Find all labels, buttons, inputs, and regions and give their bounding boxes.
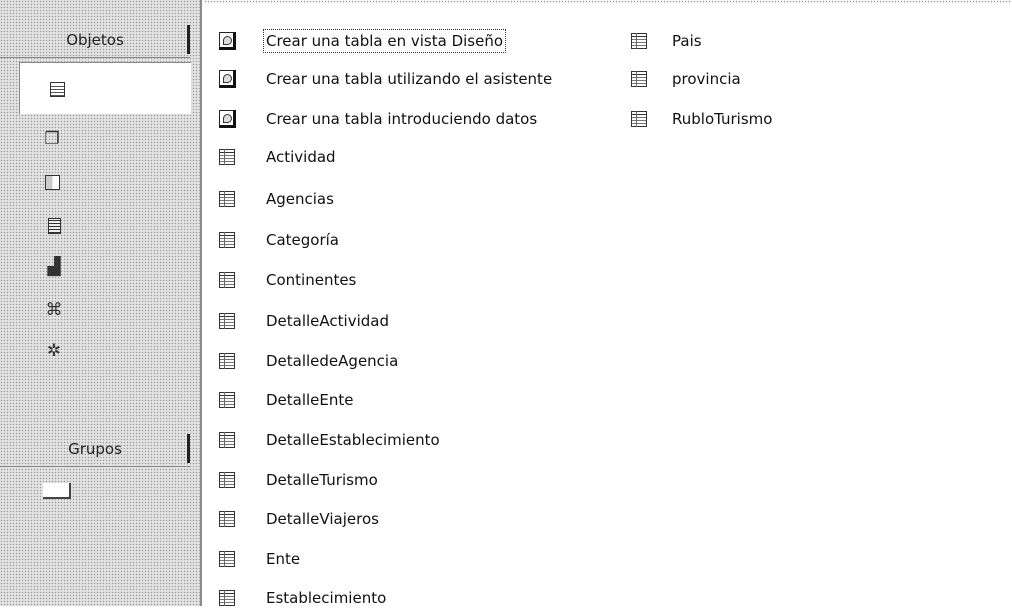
- table-icon: [216, 350, 238, 372]
- list-item[interactable]: DetalleEnte: [216, 386, 354, 414]
- list-item-label: RubloTurismo: [672, 110, 773, 128]
- list-item[interactable]: DetalleTurismo: [216, 466, 378, 494]
- list-item-label: provincia: [672, 70, 741, 88]
- list-item[interactable]: Continentes: [216, 266, 356, 294]
- groups-group-label: Grupos: [68, 439, 122, 458]
- list-item-label: DetalleViajeros: [266, 510, 379, 528]
- table-icon: [628, 108, 650, 130]
- list-item-label: Actividad: [266, 148, 336, 166]
- wizard-icon: [216, 108, 238, 130]
- groups-group-header[interactable]: Grupos: [0, 431, 190, 467]
- table-icon: [628, 68, 650, 90]
- objects-group-header[interactable]: Objetos: [0, 22, 190, 58]
- list-item-label: Establecimiento: [266, 589, 387, 607]
- list-item[interactable]: Categoría: [216, 226, 339, 254]
- form-icon[interactable]: [42, 172, 62, 192]
- table-icon: [216, 548, 238, 570]
- list-item-label: Crear una tabla utilizando el asistente: [266, 70, 553, 88]
- table-icon: [216, 469, 238, 491]
- object-list: Crear una tabla en vista Diseño Crear un…: [204, 0, 1012, 607]
- objects-group-label: Objetos: [66, 30, 124, 49]
- table-icon: [216, 229, 238, 251]
- list-item-label: Pais: [672, 32, 702, 50]
- report-icon[interactable]: [44, 216, 64, 236]
- list-item[interactable]: DetalleEstablecimiento: [216, 426, 440, 454]
- list-item-label: Crear una tabla introduciendo datos: [266, 110, 538, 128]
- list-item[interactable]: Pais: [628, 27, 702, 55]
- list-item-label: Agencias: [266, 190, 334, 208]
- list-item-label: DetalleActividad: [266, 312, 389, 330]
- table-icon: [216, 508, 238, 530]
- selected-object-tables[interactable]: [19, 62, 191, 114]
- list-item[interactable]: provincia: [628, 65, 741, 93]
- wizard-icon: [216, 68, 238, 90]
- table-icon: [216, 389, 238, 411]
- list-item[interactable]: DetalleActividad: [216, 307, 389, 335]
- page-icon[interactable]: ▟: [44, 257, 64, 277]
- objects-bar: Objetos ❐ ▟ ⌘ ✲ Grupos: [0, 0, 202, 606]
- list-item-label: DetalleEstablecimiento: [266, 431, 440, 449]
- list-item[interactable]: DetalledeAgencia: [216, 347, 398, 375]
- list-item-label: Ente: [266, 550, 301, 568]
- table-icon: [216, 188, 238, 210]
- list-item-create-wizard[interactable]: Crear una tabla utilizando el asistente: [216, 65, 552, 93]
- list-item-label: Continentes: [266, 271, 357, 289]
- list-item[interactable]: DetalleViajeros: [216, 505, 379, 533]
- list-item[interactable]: RubloTurismo: [628, 105, 772, 133]
- list-item-label: DetalleTurismo: [266, 471, 378, 489]
- list-item-label: Categoría: [266, 231, 340, 249]
- list-item-create-design[interactable]: Crear una tabla en vista Diseño: [216, 27, 507, 55]
- module-icon[interactable]: ✲: [44, 341, 64, 361]
- table-icon: [216, 146, 238, 168]
- table-icon: [216, 310, 238, 332]
- list-item-label: DetalleEnte: [266, 391, 354, 409]
- list-item[interactable]: Establecimiento: [216, 584, 386, 612]
- list-item-create-data[interactable]: Crear una tabla introduciendo datos: [216, 105, 537, 133]
- table-icon: [628, 30, 650, 52]
- table-icon: [216, 429, 238, 451]
- macro-icon[interactable]: ⌘: [44, 300, 64, 320]
- table-icon[interactable]: [47, 79, 67, 99]
- favorites-group-item[interactable]: [43, 483, 71, 499]
- list-item[interactable]: Ente: [216, 545, 300, 573]
- list-item[interactable]: Agencias: [216, 185, 334, 213]
- list-item[interactable]: Actividad: [216, 143, 336, 171]
- query-icon[interactable]: ❐: [42, 129, 62, 149]
- list-item-label: Crear una tabla en vista Diseño: [262, 29, 507, 53]
- wizard-icon: [216, 30, 238, 52]
- list-item-label: DetalledeAgencia: [266, 352, 399, 370]
- table-icon: [216, 269, 238, 291]
